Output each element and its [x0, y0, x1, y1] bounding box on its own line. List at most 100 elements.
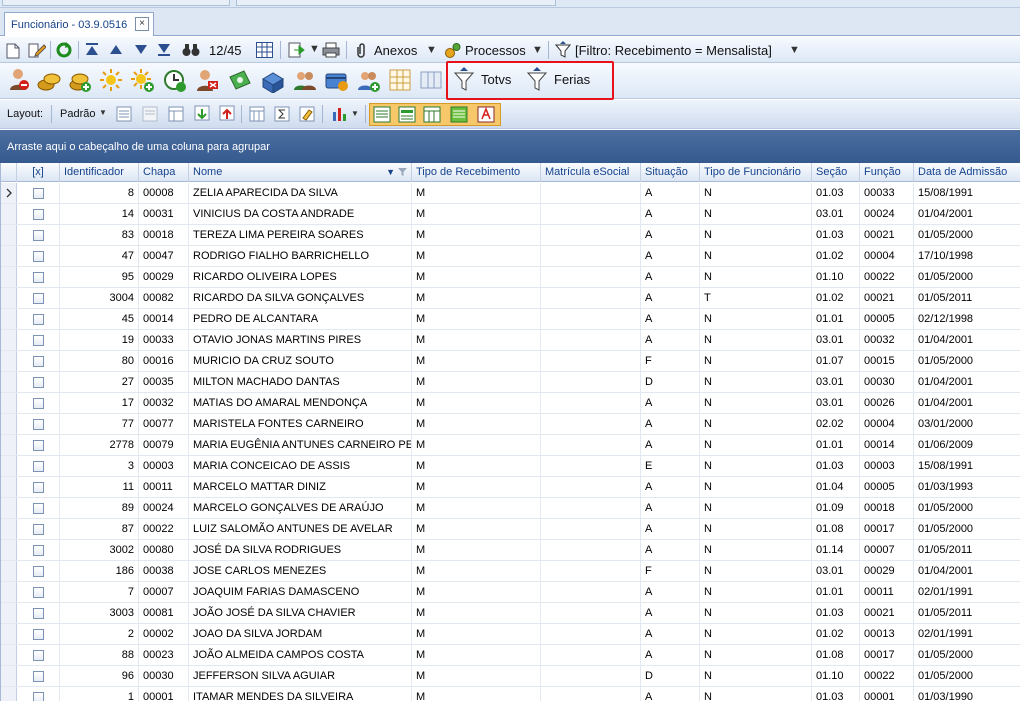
- row-indicator[interactable]: [1, 183, 17, 203]
- header-nome[interactable]: Nome ▼: [189, 163, 412, 182]
- text-format-icon[interactable]: [477, 106, 495, 123]
- row-indicator[interactable]: [1, 645, 17, 665]
- row-checkbox[interactable]: [33, 335, 44, 346]
- row-checkbox[interactable]: [33, 398, 44, 409]
- chart-dropdown-arrow[interactable]: ▼: [351, 109, 359, 118]
- layout-select[interactable]: Padrão: [60, 108, 95, 120]
- row-indicator[interactable]: [1, 393, 17, 413]
- anexos-menu[interactable]: Anexos: [374, 43, 417, 58]
- table-row[interactable]: 14 00031 VINICIUS DA COSTA ANDRADE M A N 03.01…: [1, 204, 1020, 225]
- previous-record-icon[interactable]: [110, 45, 122, 55]
- tab-funcionario[interactable]: Funcionário - 03.9.0516 ×: [4, 12, 154, 36]
- row-indicator[interactable]: [1, 309, 17, 329]
- row-indicator[interactable]: [1, 624, 17, 644]
- edit-document-icon[interactable]: [28, 42, 46, 59]
- next-record-icon[interactable]: [135, 45, 147, 55]
- table-row[interactable]: 186 00038 JOSE CARLOS MENEZES M F N 03.01 00029…: [1, 561, 1020, 582]
- row-checkbox[interactable]: [33, 419, 44, 430]
- row-checkbox[interactable]: [33, 377, 44, 388]
- row-checkbox[interactable]: [33, 293, 44, 304]
- row-checkbox[interactable]: [33, 356, 44, 367]
- table-row[interactable]: 77 00077 MARISTELA FONTES CARNEIRO M A N 02.02…: [1, 414, 1020, 435]
- row-checkbox[interactable]: [33, 251, 44, 262]
- blue-boxes-icon[interactable]: [261, 69, 285, 93]
- export-dropdown-arrow[interactable]: ▼: [309, 43, 320, 55]
- columns-icon[interactable]: [420, 69, 444, 91]
- layout-dropdown-arrow[interactable]: ▼: [99, 108, 107, 117]
- bank-card-icon[interactable]: [325, 69, 349, 93]
- row-indicator[interactable]: [1, 519, 17, 539]
- row-indicator[interactable]: [1, 477, 17, 497]
- row-checkbox[interactable]: [33, 545, 44, 556]
- layout-properties-icon[interactable]: [168, 106, 184, 122]
- table-row[interactable]: 3 00003 MARIA CONCEICAO DE ASSIS M E N 01.03 00…: [1, 456, 1020, 477]
- people-add-icon[interactable]: [357, 69, 381, 93]
- row-checkbox[interactable]: [33, 629, 44, 640]
- row-indicator[interactable]: [1, 351, 17, 371]
- row-checkbox[interactable]: [33, 587, 44, 598]
- save-layout-icon[interactable]: [116, 106, 132, 122]
- table-row[interactable]: 7 00007 JOAQUIM FARIAS DAMASCENO M A N 01.01 00…: [1, 582, 1020, 603]
- row-checkbox[interactable]: [33, 692, 44, 701]
- row-indicator[interactable]: [1, 288, 17, 308]
- header-tipo-recebimento[interactable]: Tipo de Recebimento: [412, 163, 541, 182]
- table-row[interactable]: 87 00022 LUIZ SALOMÃO ANTUNES DE AVELAR M A N…: [1, 519, 1020, 540]
- print-icon[interactable]: [322, 42, 340, 58]
- row-checkbox[interactable]: [33, 461, 44, 472]
- view-mode-1-icon[interactable]: [373, 106, 391, 123]
- table-row[interactable]: 45 00014 PEDRO DE ALCANTARA M A N 01.01 00005 02…: [1, 309, 1020, 330]
- header-funcao[interactable]: Função: [860, 163, 914, 182]
- table-row[interactable]: 8 00008 ZELIA APARECIDA DA SILVA M A N 01.03 00…: [1, 183, 1020, 204]
- last-record-icon[interactable]: [157, 43, 171, 57]
- table-row[interactable]: 19 00033 OTAVIO JONAS MARTINS PIRES M A N 03.0…: [1, 330, 1020, 351]
- header-data-admissao[interactable]: Data de Admissão: [914, 163, 1020, 182]
- row-indicator[interactable]: [1, 540, 17, 560]
- processos-dropdown-arrow[interactable]: ▼: [532, 44, 543, 56]
- table-row[interactable]: 3002 00080 JOSÉ DA SILVA RODRIGUES M A N 01.14…: [1, 540, 1020, 561]
- table-row[interactable]: 47 00047 RODRIGO FIALHO BARRICHELLO M A N 01.0…: [1, 246, 1020, 267]
- table-row[interactable]: 11 00011 MARCELO MATTAR DINIZ M A N 01.04 00005…: [1, 477, 1020, 498]
- header-tipo-funcionario[interactable]: Tipo de Funcionário: [700, 163, 812, 182]
- sun-icon[interactable]: [100, 69, 122, 91]
- coins-icon[interactable]: [37, 70, 61, 92]
- table-row[interactable]: 3003 00081 JOÃO JOSÉ DA SILVA CHAVIER M A N 01…: [1, 603, 1020, 624]
- row-indicator[interactable]: [1, 267, 17, 287]
- table-row[interactable]: 2 00002 JOAO DA SILVA JORDAM M A N 01.02 00013 0…: [1, 624, 1020, 645]
- row-indicator[interactable]: [1, 204, 17, 224]
- row-indicator[interactable]: [1, 330, 17, 350]
- group-by-panel[interactable]: Arraste aqui o cabeçalho de uma coluna p…: [0, 130, 1020, 163]
- column-filter-icon[interactable]: [398, 167, 407, 177]
- money-note-icon[interactable]: [228, 69, 252, 93]
- header-secao[interactable]: Seção: [812, 163, 860, 182]
- row-indicator[interactable]: [1, 456, 17, 476]
- table-row[interactable]: 17 00032 MATIAS DO AMARAL MENDONÇA M A N 03.01…: [1, 393, 1020, 414]
- view-mode-2-icon[interactable]: [398, 106, 416, 123]
- row-checkbox[interactable]: [33, 440, 44, 451]
- calendar-grid-icon[interactable]: [256, 42, 273, 58]
- row-checkbox[interactable]: [33, 671, 44, 682]
- filter-dropdown-arrow[interactable]: ▼: [789, 44, 800, 56]
- row-checkbox[interactable]: [33, 209, 44, 220]
- row-checkbox[interactable]: [33, 650, 44, 661]
- row-indicator[interactable]: [1, 246, 17, 266]
- first-record-icon[interactable]: [85, 43, 99, 57]
- row-indicator[interactable]: [1, 603, 17, 623]
- row-checkbox[interactable]: [33, 608, 44, 619]
- row-checkbox[interactable]: [33, 524, 44, 535]
- delete-layout-icon[interactable]: [142, 106, 158, 122]
- row-indicator[interactable]: [1, 225, 17, 245]
- header-identificador[interactable]: Identificador: [60, 163, 139, 182]
- header-chapa[interactable]: Chapa: [139, 163, 189, 182]
- highlight-icon[interactable]: [299, 106, 315, 122]
- row-indicator[interactable]: [1, 414, 17, 434]
- row-checkbox[interactable]: [33, 482, 44, 493]
- row-indicator[interactable]: [1, 561, 17, 581]
- group-people-icon[interactable]: [293, 69, 317, 93]
- refresh-icon[interactable]: [56, 42, 72, 58]
- table-row[interactable]: 96 00030 JEFFERSON SILVA AGUIAR M D N 01.10 000…: [1, 666, 1020, 687]
- person-cash-remove-icon[interactable]: [196, 69, 220, 93]
- table-row[interactable]: 1 00001 ITAMAR MENDES DA SILVEIRA M A N 01.03 0…: [1, 687, 1020, 701]
- row-checkbox[interactable]: [33, 230, 44, 241]
- binoculars-icon[interactable]: [182, 43, 200, 57]
- header-matricula-esocial[interactable]: Matrícula eSocial: [541, 163, 641, 182]
